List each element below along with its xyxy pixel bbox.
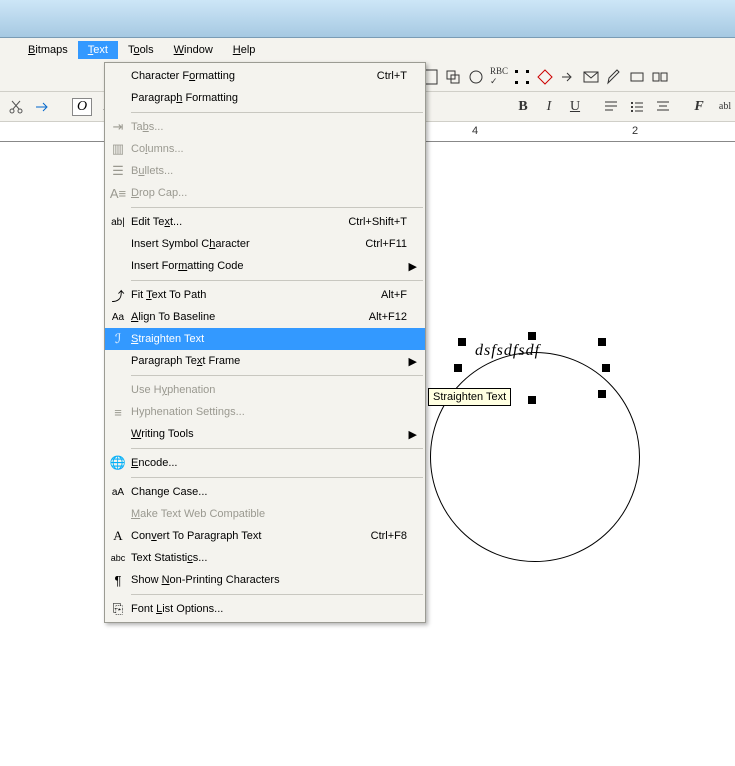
circle-shape[interactable] [430,352,640,562]
two-rect-icon[interactable] [650,67,670,87]
arrow-icon[interactable] [558,67,578,87]
menu-character-formatting[interactable]: Character Formatting Ctrl+T [105,65,425,87]
submenu-arrow-icon: ▶ [407,428,417,441]
selection-icon[interactable] [512,67,532,87]
menu-insert-symbol[interactable]: Insert Symbol Character Ctrl+F11 [105,233,425,255]
menu-writing-tools[interactable]: Writing Tools ▶ [105,423,425,445]
straighten-icon: ℐ [105,331,131,347]
menu-edit-text[interactable]: ab| Edit Text... Ctrl+Shift+T [105,211,425,233]
hexagon-icon[interactable] [535,67,555,87]
menu-show-nonprinting[interactable]: ¶ Show Non-Printing Characters [105,569,425,591]
menubar: Bitmaps Text Tools Window Help [0,38,735,62]
sel-handle-tc[interactable] [528,332,536,340]
submenu-arrow-icon: ▶ [407,260,417,273]
abi-icon[interactable]: abl [715,97,735,117]
window-titlebar [0,0,735,38]
underline-icon[interactable]: U [565,97,585,117]
menu-font-list-options[interactable]: ⎘ Font List Options... [105,598,425,620]
submenu-arrow-icon: ▶ [407,355,417,368]
text-menu-dropdown: Character Formatting Ctrl+T Paragraph Fo… [104,62,426,623]
italic-icon[interactable]: I [539,97,559,117]
columns-icon: ▥ [105,141,131,157]
sel-handle-ml[interactable] [454,364,462,372]
sel-handle-tl[interactable] [458,338,466,346]
menu-tabs: ⇥ Tabs... [105,116,425,138]
bullets-icon: ☰ [105,163,131,179]
menu-tools[interactable]: Tools [118,41,164,59]
menu-use-hyphenation: Use Hyphenation [105,379,425,401]
sel-handle-mr[interactable] [602,364,610,372]
menu-insert-formatting-code[interactable]: Insert Formatting Code ▶ [105,255,425,277]
text-on-path[interactable]: dsfsdfsdf [475,342,540,360]
convert-icon: A [105,528,131,544]
menu-paragraph-text-frame[interactable]: Paragraph Text Frame ▶ [105,350,425,372]
fancy-f-icon[interactable]: F [689,97,709,117]
menu-hyphenation-settings: ≡ Hyphenation Settings... [105,401,425,423]
ruler-tick-2: 2 [632,125,638,137]
menu-bullets: ☰ Bullets... [105,160,425,182]
separator [131,112,423,113]
sel-handle-bc[interactable] [528,396,536,404]
ruler-tick-4: 4 [472,125,478,137]
separator [131,477,423,478]
pen-icon[interactable] [604,67,624,87]
baseline-icon: Aa [105,312,131,323]
menu-paragraph-formatting[interactable]: Paragraph Formatting [105,87,425,109]
cut-icon[interactable] [6,97,26,117]
icon-2[interactable] [443,67,463,87]
menu-straighten-text[interactable]: ℐ Straighten Text [105,328,425,350]
dropcap-icon: A≡ [105,186,131,201]
align2-icon[interactable] [653,97,673,117]
icon-3[interactable] [466,67,486,87]
encode-icon: 🌐 [105,455,131,471]
bold-icon[interactable]: B [513,97,533,117]
separator [131,594,423,595]
menu-text-statistics[interactable]: abc Text Statistics... [105,547,425,569]
menu-help[interactable]: Help [223,41,266,59]
align-icon[interactable] [601,97,621,117]
edit-text-icon: ab| [105,217,131,228]
abc-icon[interactable]: RBC✓ [489,67,509,87]
fit-path-icon: ⤴ [105,286,131,305]
menu-align-to-baseline[interactable]: Aa Align To Baseline Alt+F12 [105,306,425,328]
pilcrow-icon: ¶ [105,573,131,588]
stats-icon: abc [105,553,131,563]
menu-bitmaps[interactable]: Bitmaps [18,41,78,59]
sel-handle-br[interactable] [598,390,606,398]
separator [131,207,423,208]
separator [131,375,423,376]
list-icon[interactable] [627,97,647,117]
menu-fit-text-to-path[interactable]: ⤴ Fit Text To Path Alt+F [105,284,425,306]
menu-drop-cap: A≡ Drop Cap... [105,182,425,204]
hyphen-icon: ≡ [105,405,131,420]
separator [131,448,423,449]
separator [131,280,423,281]
italic-o-indicator: O [72,98,92,116]
sel-handle-tr[interactable] [598,338,606,346]
rect-icon[interactable] [627,67,647,87]
tooltip-straighten-text: Straighten Text [428,388,511,406]
menu-encode[interactable]: 🌐 Encode... [105,452,425,474]
case-icon: aA [105,487,131,498]
menu-make-web-compatible: Make Text Web Compatible [105,503,425,525]
tabs-icon: ⇥ [105,119,131,135]
arrow2-icon[interactable] [32,97,52,117]
menu-change-case[interactable]: aA Change Case... [105,481,425,503]
font-list-icon: ⎘ [105,601,131,617]
menu-convert-to-paragraph[interactable]: A Convert To Paragraph Text Ctrl+F8 [105,525,425,547]
menu-window[interactable]: Window [164,41,223,59]
menu-text[interactable]: Text [78,41,118,59]
menu-columns: ▥ Columns... [105,138,425,160]
envelope-icon[interactable] [581,67,601,87]
